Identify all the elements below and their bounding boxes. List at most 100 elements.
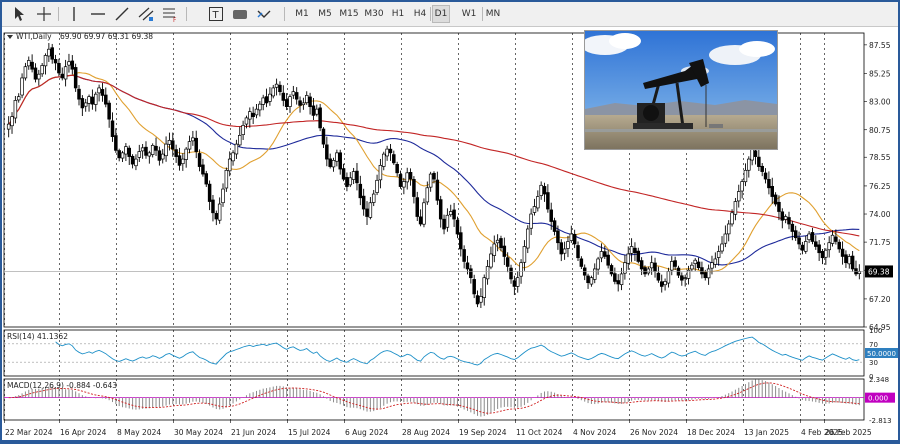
candle-bear bbox=[559, 242, 564, 255]
candle-bull bbox=[519, 262, 523, 277]
candle-bull bbox=[569, 233, 574, 241]
candle-bear bbox=[633, 247, 637, 254]
candle-bull bbox=[720, 243, 724, 252]
candle-bull bbox=[706, 268, 711, 279]
candle-bear bbox=[412, 179, 416, 197]
candle-bull bbox=[254, 108, 259, 116]
candle-bear bbox=[127, 147, 131, 157]
timeframe-m1[interactable]: M1 bbox=[291, 5, 313, 23]
vertical-line-tool-button[interactable] bbox=[64, 5, 84, 23]
candle-bear bbox=[659, 281, 664, 287]
candle-bull bbox=[241, 125, 245, 136]
rectangle-tool-button[interactable] bbox=[230, 5, 250, 23]
candle-bear bbox=[512, 280, 517, 287]
candle-bear bbox=[817, 244, 821, 254]
candle-bull bbox=[221, 188, 225, 204]
candle-bull bbox=[663, 281, 667, 286]
timeframe-d1[interactable]: D1 bbox=[432, 5, 450, 23]
candle-bear bbox=[435, 179, 440, 201]
fibonacci-tool-button[interactable]: F bbox=[160, 5, 180, 23]
chart-window[interactable]: 87.55 85.25 83.00 80.75 78.55 76.25 74.00 71.75… bbox=[2, 27, 898, 440]
candle-bear bbox=[703, 272, 708, 279]
candle-bull bbox=[385, 148, 389, 157]
candle-bull bbox=[626, 253, 630, 264]
candle-bear bbox=[392, 154, 396, 164]
rsi-line bbox=[55, 336, 860, 366]
candle-bear bbox=[770, 186, 775, 197]
candle-bear bbox=[452, 209, 456, 220]
candle-bull bbox=[43, 55, 48, 67]
rsi-level-label: 100 bbox=[869, 327, 882, 335]
candle-bear bbox=[613, 273, 617, 282]
arrows-tool-button[interactable] bbox=[254, 5, 274, 23]
candle-bull bbox=[522, 246, 527, 263]
candle-bull bbox=[248, 111, 252, 120]
candle-bull bbox=[348, 177, 353, 186]
candle-bear bbox=[797, 237, 801, 245]
candle-bear bbox=[130, 155, 135, 165]
timeframe-mn[interactable]: MN bbox=[480, 5, 506, 23]
candle-bear bbox=[211, 199, 215, 214]
rsi-level-label: 50.0000 bbox=[867, 350, 896, 358]
candle-bear bbox=[53, 59, 58, 64]
candle-bull bbox=[599, 251, 604, 259]
candle-bear bbox=[673, 260, 677, 267]
terminal-window: F T M1 M5 M15 M30 H1 H4 D1 W1 MN 87.55 85.25 83.00 80… bbox=[0, 0, 900, 442]
candle-bear bbox=[325, 144, 329, 160]
collapse-triangle-icon[interactable] bbox=[7, 35, 13, 39]
last-price-label: 69.38 bbox=[868, 267, 890, 276]
candle-bull bbox=[690, 264, 694, 270]
candle-bear bbox=[840, 248, 845, 257]
candle-bull bbox=[593, 268, 597, 280]
time-axis-label: 6 Aug 2024 bbox=[345, 428, 388, 437]
trendline-tool-button[interactable] bbox=[112, 5, 132, 23]
candle-bear bbox=[810, 232, 815, 242]
timeframe-h1[interactable]: H1 bbox=[387, 5, 409, 23]
candle-bear bbox=[201, 164, 205, 175]
candle-bull bbox=[737, 191, 741, 202]
horizontal-line-tool-button[interactable] bbox=[88, 5, 108, 23]
candle-bull bbox=[619, 273, 624, 286]
candle-bull bbox=[713, 258, 718, 265]
candle-bear bbox=[80, 98, 85, 109]
text-icon: T bbox=[209, 7, 223, 21]
candle-bull bbox=[495, 239, 500, 244]
equidistant-channel-tool-button[interactable] bbox=[136, 5, 156, 23]
candle-bull bbox=[47, 48, 51, 57]
candle-bear bbox=[475, 295, 480, 305]
candle-bear bbox=[358, 183, 363, 199]
candle-bear bbox=[438, 199, 443, 220]
candle-bear bbox=[814, 241, 818, 247]
timeframe-w1[interactable]: W1 bbox=[458, 5, 480, 23]
timeframe-h4[interactable]: H4 bbox=[409, 5, 431, 23]
candle-bear bbox=[459, 232, 463, 250]
candle-bear bbox=[395, 164, 399, 174]
candle-bear bbox=[767, 179, 771, 189]
candle-bear bbox=[318, 107, 322, 129]
candle-bull bbox=[857, 271, 862, 274]
timeframe-m30[interactable]: M30 bbox=[360, 5, 388, 23]
candle-bull bbox=[378, 164, 383, 181]
cursor-icon bbox=[15, 7, 24, 21]
candle-bull bbox=[27, 60, 31, 67]
timeframe-m15[interactable]: M15 bbox=[336, 5, 362, 23]
text-tool-button[interactable]: T bbox=[206, 5, 226, 23]
candle-bear bbox=[586, 275, 590, 284]
candle-bull bbox=[93, 93, 98, 105]
candle-bull bbox=[274, 83, 279, 88]
rsi-level-label: 30 bbox=[869, 359, 878, 367]
candle-bull bbox=[566, 241, 570, 249]
candle-bear bbox=[284, 99, 289, 108]
candle-bear bbox=[57, 62, 61, 74]
candle-bear bbox=[757, 156, 761, 167]
candle-bull bbox=[63, 66, 68, 80]
crosshair-tool-button[interactable] bbox=[34, 5, 54, 23]
candle-bull bbox=[532, 206, 537, 213]
candle-bull bbox=[301, 102, 306, 106]
cursor-tool-button[interactable] bbox=[10, 5, 30, 23]
time-axis-label: 22 Mar 2024 bbox=[5, 428, 53, 437]
candle-bull bbox=[428, 173, 433, 188]
candle-bull bbox=[37, 73, 41, 80]
candle-bear bbox=[542, 186, 547, 195]
timeframe-m5[interactable]: M5 bbox=[314, 5, 336, 23]
